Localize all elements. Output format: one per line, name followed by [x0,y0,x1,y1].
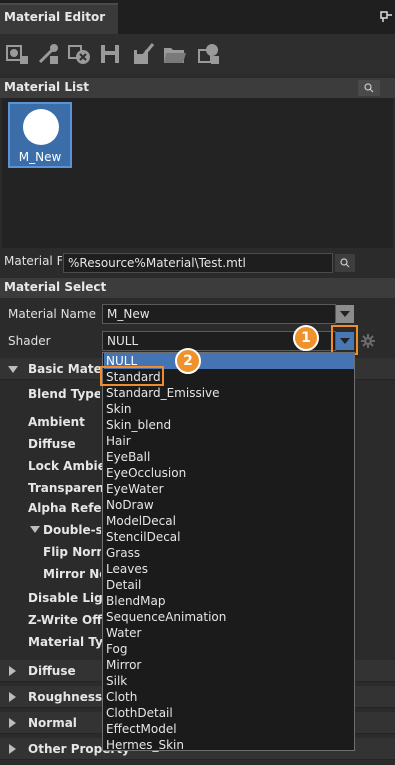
window-title: Material Editor [4,10,106,24]
section-roughness-label: Roughness [28,690,103,704]
shader-arrow-highlight [331,325,358,355]
shader-option[interactable]: ClothDetail [104,705,354,721]
pick-material-icon[interactable] [36,40,60,68]
shader-option[interactable]: Skin [104,401,354,417]
prop-transparency: Transparency [28,481,102,495]
section-diffuse-label: Diffuse [28,664,76,678]
shader-option[interactable]: EyeOcclusion [104,465,354,481]
material-file-label: Material F [4,254,62,268]
shader-option[interactable]: Mirror [104,657,354,673]
material-name-label: Material Name [8,307,96,321]
material-name-dropdown-button[interactable] [336,305,354,323]
callout-badge-1: 1 [293,325,319,351]
search-icon[interactable] [358,80,380,96]
prop-mirror-normal: Mirror Nor [43,567,101,581]
expand-arrow-icon [9,744,16,754]
shader-option[interactable]: BlendMap [104,593,354,609]
shader-option[interactable]: ModelDecal [104,513,354,529]
callout-badge-2: 2 [175,348,201,374]
shader-option[interactable]: Detail [104,577,354,593]
save-as-icon[interactable] [131,40,155,68]
browse-file-search-icon[interactable] [335,254,355,272]
shader-option[interactable]: Cloth [104,689,354,705]
collapse-arrow-icon [8,366,18,373]
shader-option[interactable]: Grass [104,545,354,561]
chevron-down-icon [340,311,350,317]
shader-option[interactable]: SequenceAnimation [104,609,354,625]
prop-flip-normal: Flip Norm [43,545,101,559]
prop-double-sided: Double-sid [43,523,101,537]
section-normal-label: Normal [28,716,77,730]
prop-lock-ambient: Lock Ambien [28,459,102,473]
window-title-tab[interactable]: Material Editor [0,3,118,34]
shader-option[interactable]: EyeWater [104,481,354,497]
expand-arrow-icon [9,666,16,676]
shader-option[interactable]: Hair [104,433,354,449]
expand-arrow-icon [9,692,16,702]
shader-option[interactable]: Skin_blend [104,417,354,433]
expand-arrow-icon [9,718,16,728]
prop-material-type: Material Typ [28,635,102,649]
shader-option[interactable]: EffectModel [104,721,354,737]
material-thumbnail[interactable]: M_New [8,102,72,168]
pin-icon[interactable] [380,10,392,22]
material-thumbnail-label: M_New [18,150,62,164]
material-name-combo[interactable]: M_New [102,304,336,324]
shader-option[interactable]: StencilDecal [104,529,354,545]
delete-material-icon[interactable] [67,40,91,68]
double-sided-expand-icon[interactable] [30,526,40,533]
shader-option[interactable]: Hermes_Skin [104,737,354,753]
prop-diffuse: Diffuse [28,437,76,451]
prop-alpha-reference: Alpha Refere [28,501,102,515]
material-preview-sphere [23,109,59,145]
material-select-header: Material Select [0,278,395,298]
prop-disable-light: Disable Light [28,591,102,605]
gear-icon[interactable] [361,334,375,351]
prop-blend-type: Blend Type [28,387,100,401]
basic-material-title: Basic Materi [28,362,102,376]
prop-ambient: Ambient [28,415,85,429]
shader-option[interactable]: Leaves [104,561,354,577]
material-file-path-field[interactable]: %Resource%Material\Test.mtl [63,253,333,273]
material-list-header: Material List [0,78,395,98]
shader-option[interactable]: NoDraw [104,497,354,513]
shader-option[interactable]: Silk [104,673,354,689]
shader-option[interactable]: EyeBall [104,449,354,465]
standard-option-highlight [100,366,164,386]
prop-z-write-off: Z-Write Off [28,613,102,627]
create-material-icon[interactable] [5,40,29,68]
save-icon[interactable] [98,40,122,68]
shader-dropdown-list: NULL Standard Standard_Emissive Skin Ski… [102,352,355,753]
shader-option[interactable]: Standard_Emissive [104,385,354,401]
shader-option[interactable]: Water [104,625,354,641]
shader-label: Shader [8,334,51,348]
apply-material-icon[interactable] [197,40,221,68]
open-folder-icon[interactable] [162,40,186,68]
shader-option[interactable]: Fog [104,641,354,657]
